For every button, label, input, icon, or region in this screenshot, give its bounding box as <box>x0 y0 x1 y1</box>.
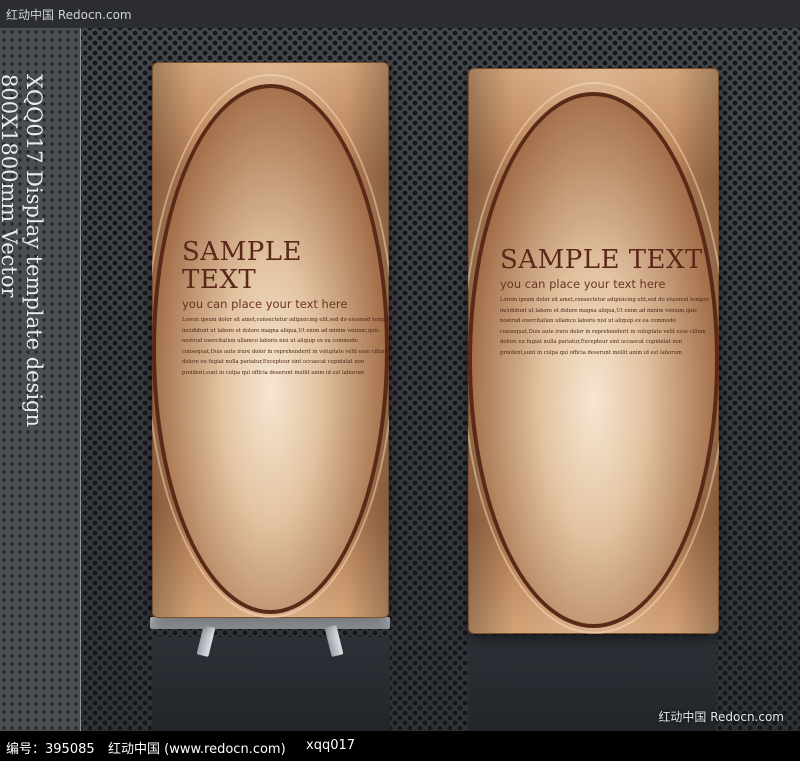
body-line: Lorem ipsum dolor sit amet,consectetur a… <box>182 317 389 323</box>
side-panel: XQQ017 Display template design 800X1800m… <box>0 28 81 731</box>
bottom-info-bar: 编号：395085 红动中国 (www.redocn.com) xqq017 <box>0 731 800 761</box>
body-line: dolore eu fugiat nulla pariatur,Excepteu… <box>182 359 365 365</box>
side-caption-line1: XQQ017 Display template design <box>22 74 46 428</box>
side-caption-line2: 800X1800mm Vector <box>0 74 21 298</box>
corner-watermark: 红动中国 Redocn.com <box>658 710 784 724</box>
top-watermark: 红动中国 Redocn.com <box>6 8 132 22</box>
right-banner-title: SAMPLE TEXT <box>500 245 703 275</box>
left-stand-base <box>152 637 390 731</box>
body-line: nostrud exercitation ullamco laboris nis… <box>182 338 358 344</box>
body-line: consequat,Duis aute irure dolor in repre… <box>182 348 388 355</box>
image-code: xqq017 <box>306 738 356 753</box>
body-line: incididunt ut labore et dolore magna ali… <box>182 327 379 334</box>
left-banner-body: Lorem ipsum dolor sit amet,consectetur a… <box>182 315 389 378</box>
site-link[interactable]: 红动中国 (www.redocn.com) <box>108 738 286 757</box>
right-banner-oval <box>468 92 719 628</box>
left-banner-title: SAMPLE TEXT <box>182 237 302 295</box>
right-banner: SAMPLE TEXT you can place your text here… <box>468 68 719 634</box>
left-banner-subtitle: you can place your text here <box>182 297 348 311</box>
body-line: consequat,Duis aute irure dolor in repre… <box>500 328 706 335</box>
right-banner-subtitle: you can place your text here <box>500 277 666 291</box>
body-line: proident,sunt in culpa qui officia deser… <box>182 369 364 376</box>
body-line: incididunt ut labore et dolore magna ali… <box>500 307 697 314</box>
right-banner-content: SAMPLE TEXT you can place your text here… <box>500 245 710 358</box>
body-line: nostrud exercitation ullamco laboris nis… <box>500 318 676 324</box>
side-caption: XQQ017 Display template design 800X1800m… <box>0 74 46 427</box>
body-line: proident,sunt in culpa qui officia deser… <box>500 349 682 356</box>
left-banner: SAMPLE TEXT you can place your text here… <box>152 62 389 618</box>
left-stand-bar <box>150 617 390 629</box>
top-watermark-bar: 红动中国 Redocn.com <box>0 0 800 28</box>
body-line: dolore eu fugiat nulla pariatur,Excepteu… <box>500 339 683 345</box>
image-id: 编号：395085 <box>6 742 95 757</box>
left-banner-content: SAMPLE TEXT you can place your text here… <box>182 237 389 378</box>
right-banner-body: Lorem ipsum dolor sit amet,consectetur a… <box>500 295 710 358</box>
body-line: Lorem ipsum dolor sit amet,consectetur a… <box>500 297 710 303</box>
